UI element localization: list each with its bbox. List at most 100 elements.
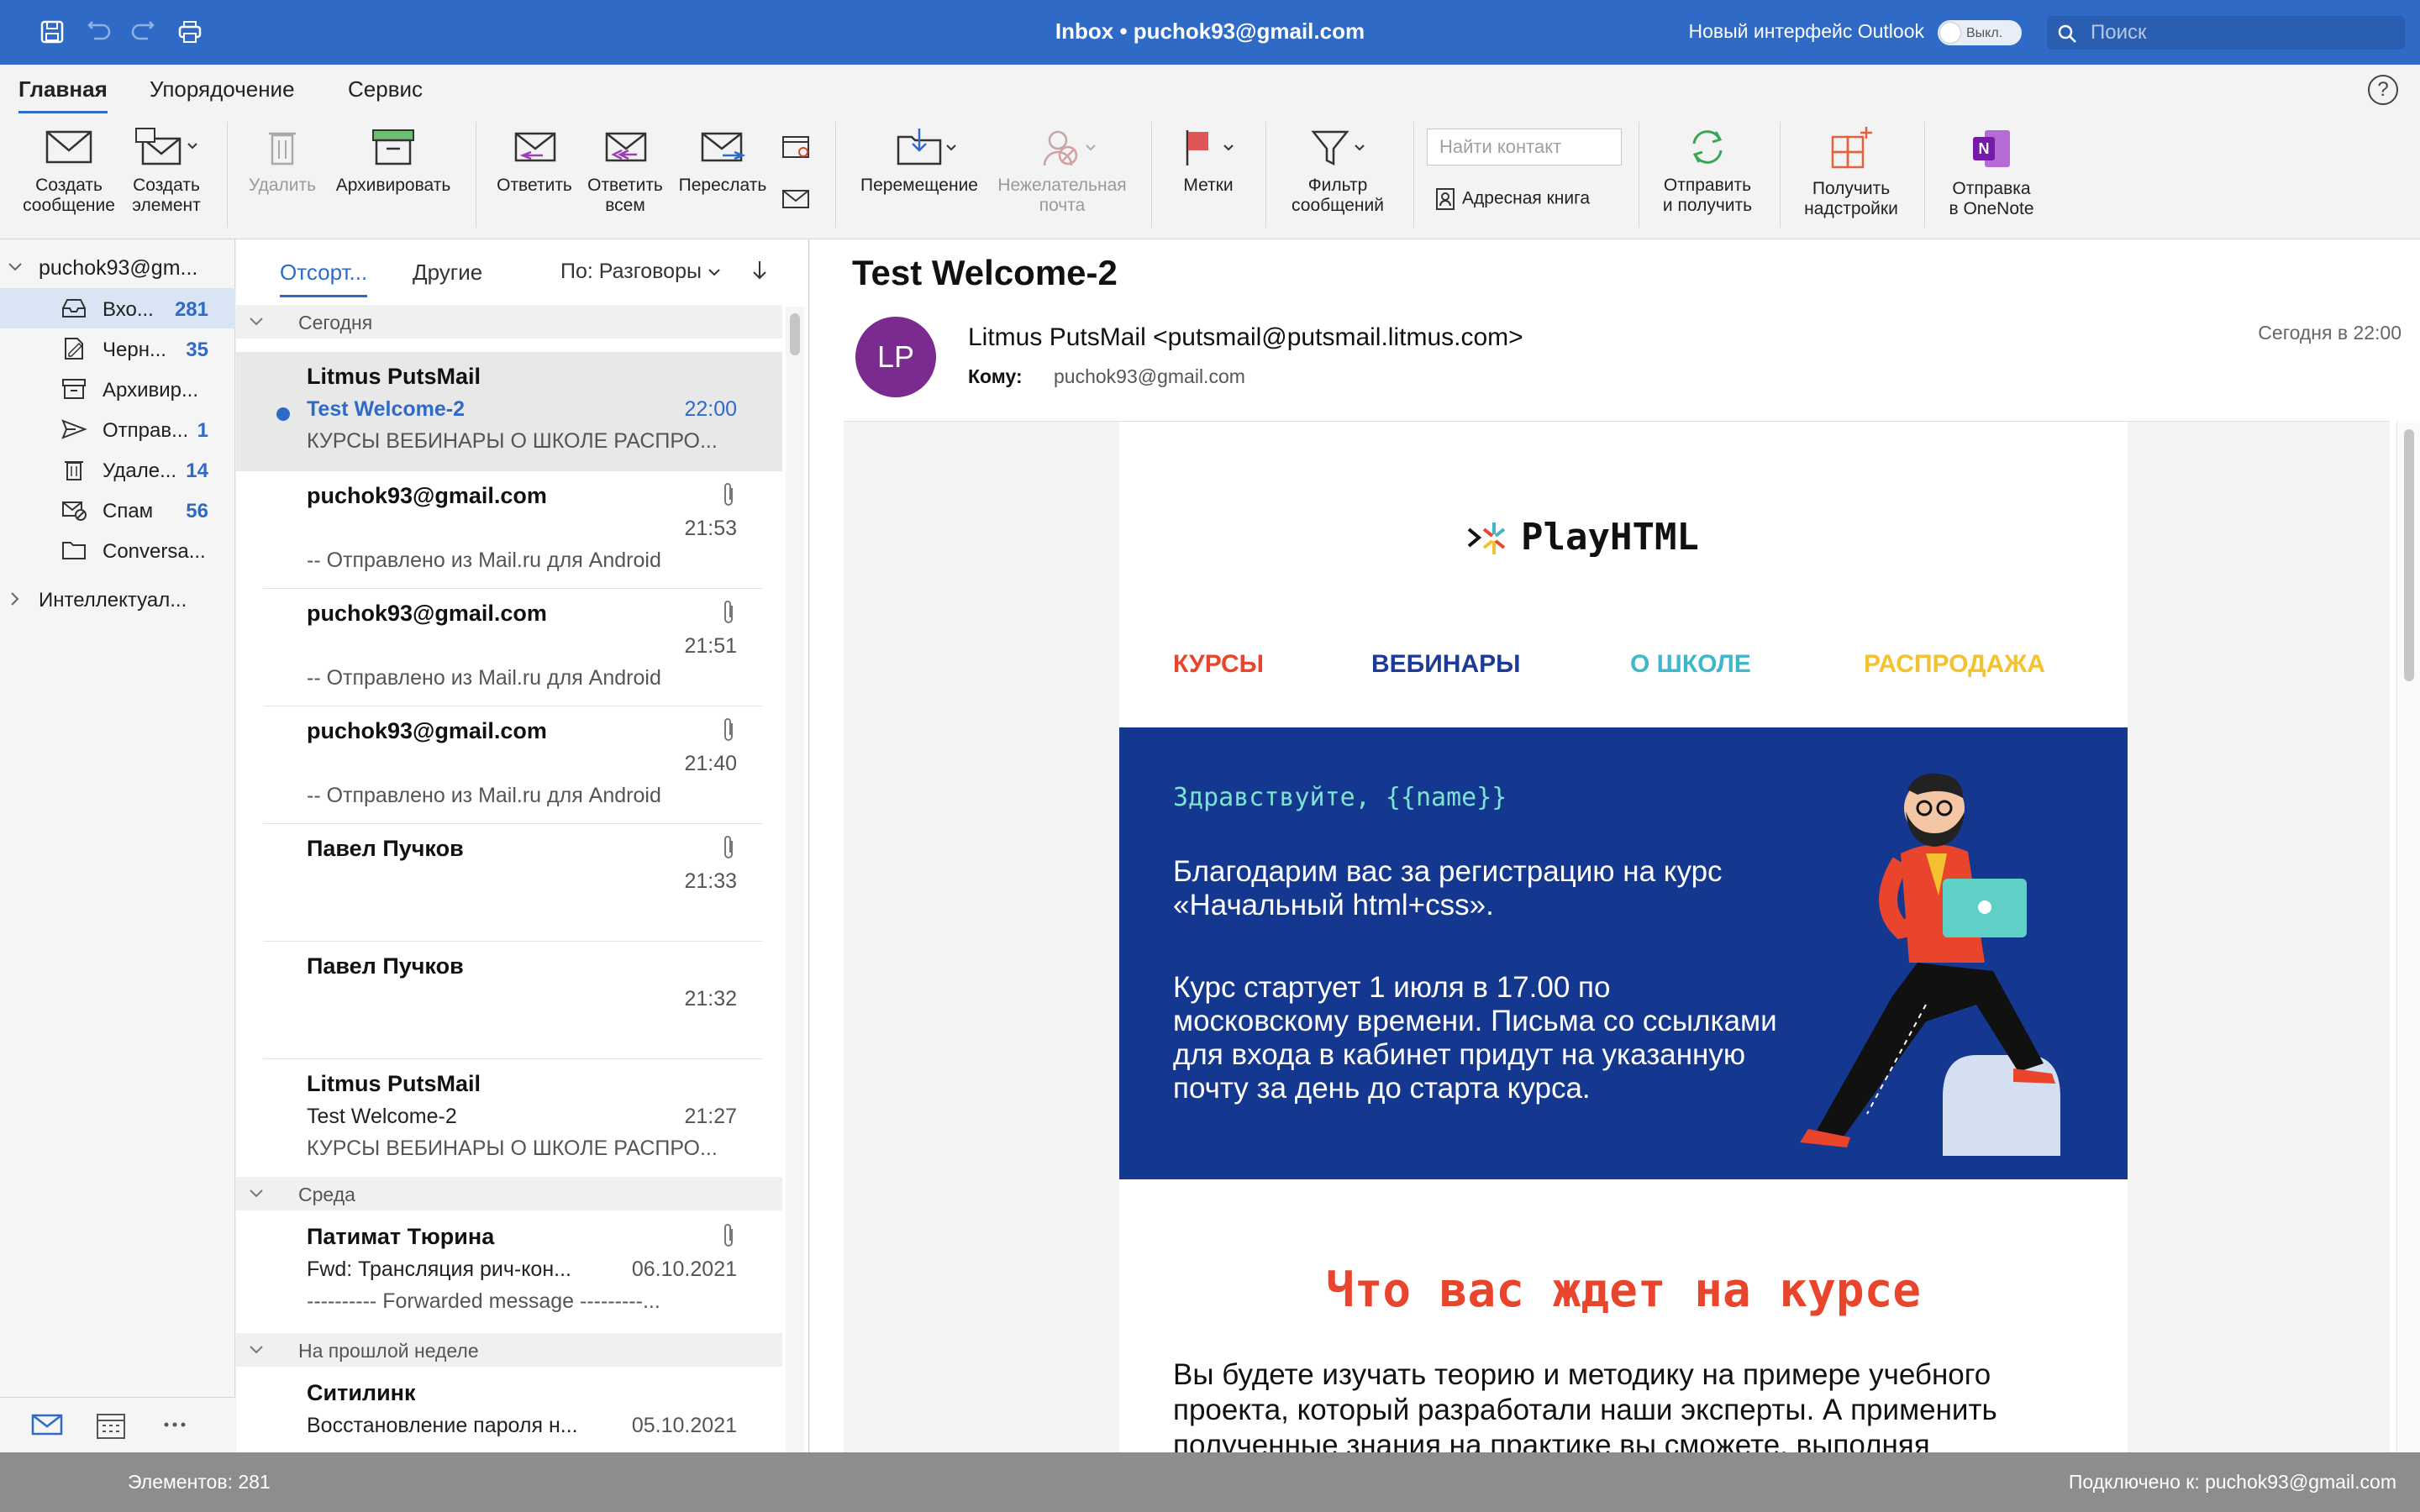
move-button[interactable]: Перемещение [850, 125, 988, 196]
attachment-icon [724, 718, 733, 741]
more-icon[interactable] [160, 1411, 190, 1438]
message-item[interactable]: puchok93@gmail.com 21:40 -- Отправлено и… [236, 706, 782, 824]
ribbon-separator [835, 122, 836, 228]
archive-button[interactable]: Архивировать [329, 125, 457, 196]
unread-dot [276, 407, 290, 421]
message-sender: puchok93@gmail.com [307, 483, 547, 508]
toggle-label: Выкл. [1966, 26, 2003, 40]
find-contact-input[interactable] [1427, 129, 1622, 165]
message-preview: -- Отправлено из Mail.ru для Android [307, 666, 661, 690]
message-list-scrollbar[interactable] [786, 307, 804, 1452]
message-item[interactable]: puchok93@gmail.com 21:51 -- Отправлено и… [236, 589, 782, 706]
archive-label: Архивировать [335, 176, 451, 195]
email-nav-webinars[interactable]: ВЕБИНАРЫ [1371, 650, 1521, 679]
email-hero-banner: Здравствуйте, {{name}} Благодарим вас за… [1119, 727, 2128, 1179]
move-label: Перемещение [860, 176, 978, 195]
folder-drafts[interactable]: Черн... 35 [0, 328, 235, 369]
folder-inbox[interactable]: Вхо... 281 [0, 288, 235, 328]
reply-button[interactable]: Ответить [491, 125, 578, 196]
message-item[interactable]: puchok93@gmail.com 21:53 -- Отправлено и… [236, 471, 782, 589]
search-box[interactable] [2047, 16, 2405, 50]
reply-all-icon [605, 132, 647, 162]
message-time: 21:27 [684, 1105, 737, 1128]
filter-button[interactable]: Фильтр сообщений [1274, 125, 1402, 216]
tab-focused[interactable]: Отсорт... [280, 260, 368, 297]
tab-home[interactable]: Главная [18, 76, 108, 114]
folder-archive[interactable]: Архивир... [0, 369, 235, 409]
new-message-button[interactable]: Создать сообщение [17, 125, 121, 216]
folder-deleted[interactable]: Удале... 14 [0, 449, 235, 490]
email-nav-courses[interactable]: КУРСЫ [1173, 650, 1264, 679]
sort-direction-icon[interactable] [750, 258, 769, 283]
message-sender: puchok93@gmail.com [307, 718, 547, 743]
group-header-last-week[interactable]: На прошлой неделе [236, 1333, 782, 1367]
email-recipient[interactable]: puchok93@gmail.com [1054, 365, 1245, 388]
smart-folders[interactable]: Интеллектуал... [0, 580, 235, 617]
account-header[interactable]: puchok93@gm... [0, 249, 235, 286]
folder-name: Отправ... [103, 419, 189, 442]
message-sender: Патимат Тюрина [307, 1224, 495, 1249]
tab-other[interactable]: Другие [413, 260, 482, 286]
forward-button[interactable]: Переслать [672, 125, 773, 196]
group-header-wednesday[interactable]: Среда [236, 1177, 782, 1210]
message-time: 21:40 [684, 752, 737, 775]
send-receive-button[interactable]: Отправить и получить [1649, 125, 1766, 216]
item-count: Элементов: 281 [128, 1471, 271, 1493]
address-book-button[interactable]: Адресная книга [1435, 187, 1590, 211]
reply-all-button[interactable]: Ответить всем [578, 125, 672, 216]
new-item-icon [135, 128, 197, 165]
flags-button[interactable]: Метки [1166, 125, 1250, 196]
new-item-button[interactable]: Создать элемент [123, 125, 210, 216]
chevron-right-icon[interactable] [7, 591, 24, 607]
message-sender: Ситилинк [307, 1380, 416, 1405]
message-item[interactable]: Ситилинк Восстановление пароля н... 05.1… [236, 1368, 782, 1452]
spam-icon [62, 501, 87, 521]
chevron-down-icon [708, 269, 720, 276]
folder-name: Удале... [103, 459, 177, 482]
tab-tools[interactable]: Сервис [348, 76, 423, 102]
help-icon[interactable]: ? [2368, 75, 2398, 105]
new-outlook-toggle[interactable]: Выкл. [1938, 20, 2022, 45]
chevron-down-icon[interactable] [7, 255, 24, 280]
scrollbar-thumb[interactable] [2404, 429, 2414, 681]
message-item[interactable]: Litmus PutsMail Test Welcome-2 22:00 КУР… [236, 352, 782, 471]
more-respond-icon[interactable] [780, 186, 813, 211]
junk-button[interactable]: Нежелательная почта [988, 125, 1136, 216]
email-nav-sale[interactable]: РАСПРОДАЖА [1864, 650, 2045, 679]
onenote-button[interactable]: N Отправка в OneNote [1933, 125, 2050, 219]
message-preview: ---------- Forwarded message ---------..… [307, 1289, 660, 1313]
calendar-icon[interactable] [94, 1411, 128, 1441]
archive-box-icon [62, 379, 86, 399]
send-receive-label-1: Отправить [1663, 176, 1752, 195]
folder-pane: puchok93@gm... Вхо... 281 Черн... 35 Арх… [0, 239, 235, 1452]
drafts-icon [65, 338, 83, 360]
avatar[interactable]: LP [855, 317, 936, 397]
folder-conversation[interactable]: Conversa... [0, 530, 235, 570]
meeting-icon[interactable] [780, 132, 813, 160]
mail-icon[interactable] [30, 1411, 64, 1438]
delete-button[interactable]: Удалить [242, 125, 323, 196]
playhtml-logo[interactable]: PlayHTML [1465, 516, 1699, 561]
message-item[interactable]: Litmus PutsMail Test Welcome-2 21:27 КУР… [236, 1059, 782, 1177]
reading-pane-scrollbar[interactable] [2396, 421, 2420, 1452]
get-addins-button[interactable]: Получить надстройки [1790, 125, 1912, 219]
folder-icon [62, 542, 86, 559]
tab-organize[interactable]: Упорядочение [150, 76, 295, 102]
smart-folders-label: Интеллектуал... [39, 589, 187, 612]
search-input[interactable] [2091, 21, 2393, 45]
email-nav-about[interactable]: О ШКОЛЕ [1630, 650, 1751, 679]
folder-sent[interactable]: Отправ... 1 [0, 409, 235, 449]
folder-spam[interactable]: Спам 56 [0, 490, 235, 530]
message-item[interactable]: Патимат Тюрина Fwd: Трансляция рич-кон..… [236, 1212, 782, 1330]
group-header-today[interactable]: Сегодня [236, 305, 782, 339]
flags-label: Метки [1183, 176, 1234, 195]
sort-dropdown[interactable]: По: Разговоры [560, 260, 721, 284]
filter-icon [1311, 130, 1365, 166]
scrollbar-thumb[interactable] [790, 313, 800, 355]
delete-label: Удалить [248, 176, 317, 195]
email-sender[interactable]: Litmus PutsMail <putsmail@putsmail.litmu… [968, 323, 1523, 352]
message-item[interactable]: Павел Пучков 21:32 [236, 942, 782, 1059]
ribbon-separator [227, 122, 228, 228]
message-item[interactable]: Павел Пучков 21:33 [236, 824, 782, 942]
message-subject: Test Welcome-2 [307, 397, 466, 421]
